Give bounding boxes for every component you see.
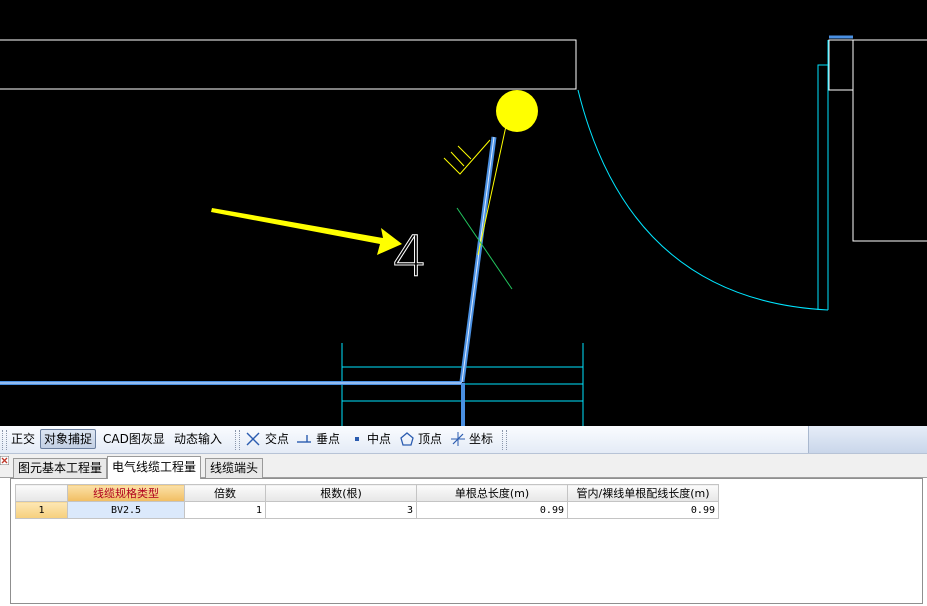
pointer-arrow xyxy=(211,208,402,255)
close-panel-icon[interactable] xyxy=(0,456,9,465)
header-pipe-length[interactable]: 管内/裸线单根配线长度(m) xyxy=(567,484,719,502)
header-cable-type[interactable]: 线缆规格类型 xyxy=(67,484,185,502)
lamp-symbol[interactable] xyxy=(496,90,538,132)
wall-outline xyxy=(0,39,577,90)
toolbar-filler xyxy=(808,426,927,453)
wall-outline-right xyxy=(852,39,927,242)
coordinate-snap-button[interactable]: 坐标 xyxy=(466,429,496,449)
header-multiple[interactable]: 倍数 xyxy=(184,484,266,502)
wire-highlight xyxy=(461,136,495,383)
cad-drawing[interactable]: 4 xyxy=(0,0,927,426)
row-number[interactable]: 1 xyxy=(15,501,68,519)
header-count[interactable]: 根数(根) xyxy=(265,484,417,502)
wire-count-ticks xyxy=(443,139,491,175)
tab-basic-quantity[interactable]: 图元基本工程量 xyxy=(13,458,108,478)
orthogonal-button[interactable]: 正交 xyxy=(8,429,38,449)
cable-quantity-table: 线缆规格类型 倍数 根数(根) 单根总长度(m) 管内/裸线单根配线长度(m) … xyxy=(15,484,719,519)
toolbar-grip[interactable] xyxy=(2,430,7,450)
results-panel: 线缆规格类型 倍数 根数(根) 单根总长度(m) 管内/裸线单根配线长度(m) … xyxy=(10,478,923,604)
cell-count[interactable]: 3 xyxy=(265,501,417,519)
cell-cable-type[interactable]: BV2.5 xyxy=(67,501,185,519)
door-frame xyxy=(828,39,854,91)
perpendicular-icon xyxy=(297,435,311,443)
snap-toolbar: 正交 对象捕捉 CAD图灰显 动态输入 交点 垂点 中点 顶点 坐标 xyxy=(0,426,927,454)
perpendicular-snap-button[interactable]: 垂点 xyxy=(313,429,343,449)
cad-gray-button[interactable]: CAD图灰显 xyxy=(100,429,168,449)
vertex-icon xyxy=(400,432,414,446)
intersection-icon xyxy=(246,432,260,446)
object-snap-button[interactable]: 对象捕捉 xyxy=(40,429,97,449)
cad-canvas[interactable]: 4 xyxy=(0,0,927,426)
midpoint-snap-button[interactable]: 中点 xyxy=(364,429,394,449)
tab-cable-terminal[interactable]: 线缆端头 xyxy=(205,458,264,478)
table-row[interactable]: 1 BV2.5 1 3 0.99 0.99 xyxy=(15,501,719,519)
vertex-snap-button[interactable]: 顶点 xyxy=(415,429,445,449)
toolbar-grip[interactable] xyxy=(235,430,240,450)
midpoint-icon xyxy=(355,437,359,441)
header-total-length[interactable]: 单根总长度(m) xyxy=(416,484,568,502)
annotation-number: 4 xyxy=(392,225,428,290)
cell-pipe-length[interactable]: 0.99 xyxy=(567,501,719,519)
tab-cable-quantity[interactable]: 电气线缆工程量 xyxy=(107,456,202,479)
coordinate-icon xyxy=(451,432,465,446)
intersection-snap-button[interactable]: 交点 xyxy=(262,429,292,449)
cell-total-length[interactable]: 0.99 xyxy=(416,501,568,519)
dynamic-input-button[interactable]: 动态输入 xyxy=(171,429,225,449)
door-jamb-inner xyxy=(817,64,828,310)
toolbar-grip[interactable] xyxy=(502,430,507,450)
door-swing-arc xyxy=(577,89,829,311)
results-tab-bar: 图元基本工程量 电气线缆工程量 线缆端头 xyxy=(0,454,927,479)
header-corner xyxy=(15,484,68,502)
table-header-row: 线缆规格类型 倍数 根数(根) 单根总长度(m) 管内/裸线单根配线长度(m) xyxy=(15,484,719,502)
cell-multiple[interactable]: 1 xyxy=(184,501,266,519)
